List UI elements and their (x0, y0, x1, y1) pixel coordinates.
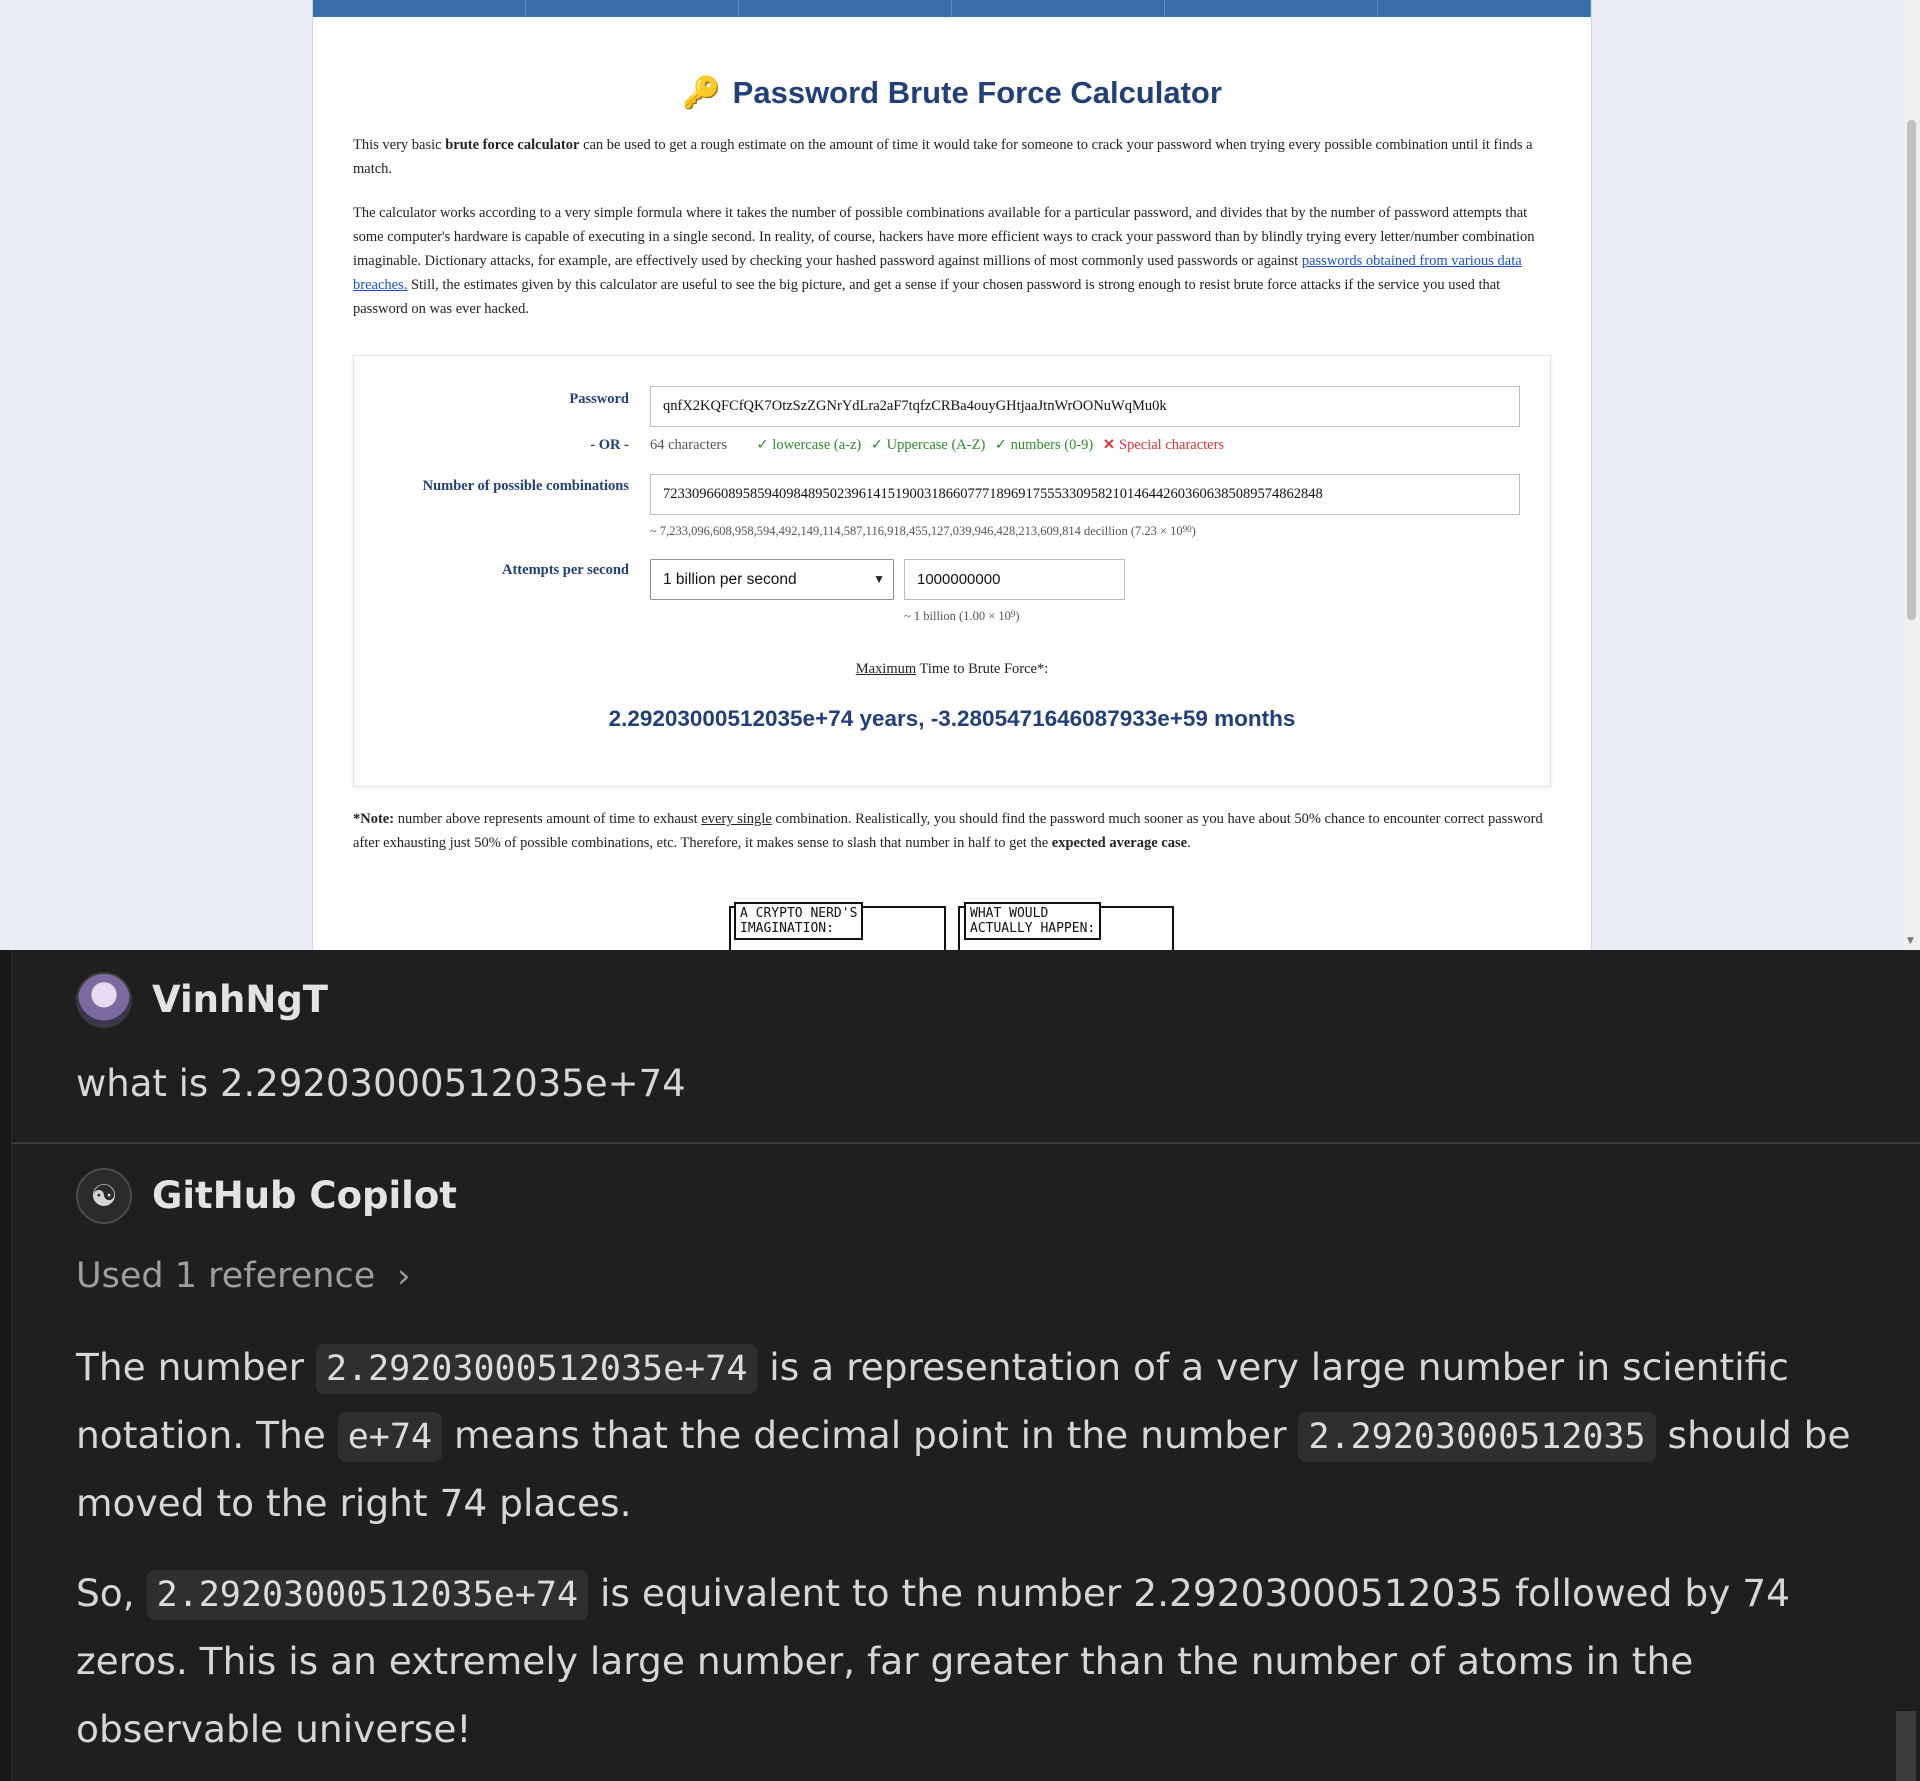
nav-item[interactable] (1378, 0, 1591, 17)
inline-code: 2.29203000512035e+74 (146, 1570, 589, 1620)
answer-text: means that the decimal point in the numb… (442, 1413, 1299, 1457)
combinations-input[interactable]: 7233096608958594098489502396141519003186… (650, 474, 1520, 515)
key-icon: 🔑 (682, 75, 721, 110)
page-title: 🔑 Password Brute Force Calculator (313, 74, 1591, 111)
intro-paragraph-1: This very basic brute force calculator c… (353, 133, 1553, 181)
site-nav-bar (313, 0, 1591, 17)
answer-paragraph-2: So, 2.29203000512035e+74 is equivalent t… (76, 1559, 1876, 1763)
combinations-note-close: ) (1191, 524, 1196, 538)
combinations-exponent: 90 (1182, 524, 1192, 534)
page-scrollbar[interactable]: ▼ (1903, 0, 1920, 950)
attempts-select[interactable]: 1 billion per second ▼ (650, 559, 894, 600)
user-avatar (76, 972, 132, 1028)
nav-item[interactable] (1165, 0, 1378, 17)
answer-text: So, (76, 1571, 147, 1615)
nav-item[interactable] (952, 0, 1165, 17)
page-title-text: Password Brute Force Calculator (732, 75, 1222, 110)
note-text: . (1187, 835, 1191, 851)
inline-code: e+74 (337, 1412, 443, 1462)
password-label: Password (569, 391, 629, 407)
chevron-down-icon: ▼ (873, 572, 885, 586)
inline-code: 2.29203000512035e+74 (315, 1344, 758, 1394)
comic-label: WHAT WOULD ACTUALLY HAPPEN: (964, 902, 1102, 940)
nav-item[interactable] (313, 0, 526, 17)
attempts-input[interactable]: 1000000000 (904, 559, 1125, 600)
max-time-label: Maximum Time to Brute Force*: (354, 661, 1550, 678)
scroll-down-arrow-icon[interactable]: ▼ (1907, 936, 1914, 946)
scrollbar-thumb[interactable] (1907, 120, 1916, 620)
lowercase-check: ✓ lowercase (a-z) (756, 437, 862, 453)
char-count: 64 characters (650, 437, 727, 453)
note-text: number above represents amount of time t… (394, 811, 702, 827)
chevron-right-icon: › (397, 1256, 411, 1295)
special-characters-check: Special characters (1119, 437, 1225, 453)
combinations-note-text: ~ 7,233,096,608,958,594,492,149,114,587,… (650, 524, 1183, 538)
intro-bold: brute force calculator (445, 137, 580, 153)
note-bold: expected average case (1051, 835, 1188, 851)
nav-item[interactable] (526, 0, 739, 17)
calculator-form: Password qnfX2KQFCfQK7OtzSzZGNrYdLra2aF7… (353, 355, 1551, 787)
message-divider (12, 1142, 1920, 1144)
intro-text: Still, the estimates given by this calcu… (353, 277, 1501, 317)
copilot-chat-pane: VinhNgT what is 2.29203000512035e+74 ☯ G… (0, 950, 1920, 1781)
comic-label: A CRYPTO NERD'S IMAGINATION: (734, 902, 864, 940)
page-card: 🔑 Password Brute Force Calculator This ve… (312, 0, 1592, 950)
user-name: VinhNgT (152, 978, 329, 1021)
chat-gutter (0, 950, 12, 1781)
answer-paragraph-1: The number 2.29203000512035e+74 is a rep… (76, 1333, 1876, 1537)
answer-text: The number (76, 1345, 316, 1389)
brute-force-result: 2.29203000512035e+74 years, -3.280547164… (608, 706, 1296, 731)
reference-label: Used 1 reference (76, 1256, 376, 1296)
intro-paragraph-2: The calculator works according to a very… (353, 201, 1553, 321)
attempts-note-close: ) (1015, 609, 1020, 623)
used-references-toggle[interactable]: Used 1 reference › (76, 1256, 410, 1296)
browser-pane: 🔑 Password Brute Force Calculator This ve… (0, 0, 1920, 950)
uppercase-check: ✓ Uppercase (A-Z) (870, 437, 986, 453)
note-paragraph: *Note: number above represents amount of… (353, 807, 1553, 855)
or-label: - OR - (590, 437, 629, 453)
cross-icon: ✕ (1102, 437, 1116, 453)
copilot-icon: ☯ (76, 1168, 132, 1224)
character-checks: 64 characters ✓ lowercase (a-z) ✓ Upperc… (650, 437, 1230, 454)
user-message: what is 2.29203000512035e+74 (76, 1062, 686, 1105)
attempts-select-value: 1 billion per second (663, 571, 797, 588)
intro-text: This very basic (353, 137, 446, 153)
chat-scrollbar-thumb[interactable] (1896, 1711, 1916, 1781)
note-underlined: every single (701, 811, 772, 827)
assistant-name: GitHub Copilot (152, 1174, 457, 1217)
combinations-note: ~ 7,233,096,608,958,594,492,149,114,587,… (650, 524, 1196, 539)
password-input[interactable]: qnfX2KQFCfQK7OtzSzZGNrYdLra2aF7tqfzCRBa4… (650, 386, 1520, 427)
numbers-check: ✓ numbers (0-9) (994, 437, 1094, 453)
attempts-note: ~ 1 billion (1.00 × 109) (904, 609, 1020, 624)
nav-item[interactable] (739, 0, 952, 17)
max-time-label-rest: Time to Brute Force*: (916, 661, 1049, 677)
attempts-note-text: ~ 1 billion (1.00 × 10 (904, 609, 1011, 623)
combinations-label: Number of possible combinations (422, 478, 629, 494)
inline-code: 2.29203000512035 (1298, 1412, 1656, 1462)
note-bold: *Note: (353, 811, 395, 827)
max-time-label-underlined: Maximum (855, 661, 917, 677)
attempts-label: Attempts per second (502, 562, 629, 578)
